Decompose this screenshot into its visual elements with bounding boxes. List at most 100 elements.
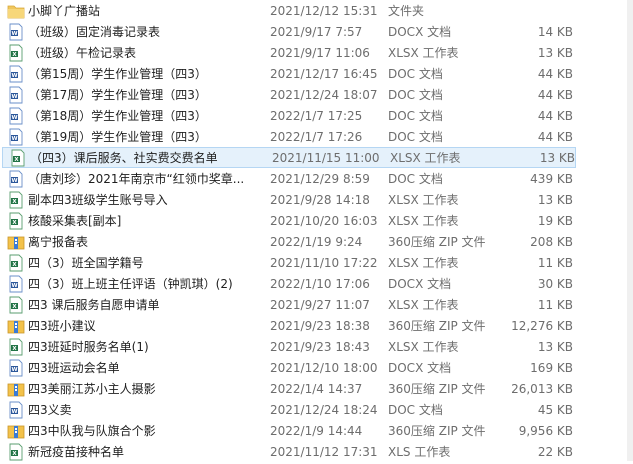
file-row[interactable]: W 四（3）班上班主任评语（钟凯琪）(2) 2022/1/10 17:06 DOCX … [0, 273, 633, 294]
file-type: XLSX 工作表 [388, 298, 459, 312]
file-name: （班级）午检记录表 [28, 46, 137, 60]
file-date-modified: 2021/9/28 14:18 [270, 192, 370, 207]
excel-sheet-icon: X [7, 212, 25, 230]
word-doc-icon: W [7, 65, 25, 83]
file-row[interactable]: W 四3义卖 2021/12/24 18:24 DOC 文档 45 KB [0, 399, 633, 420]
file-row[interactable]: X 新冠疫苗接种名单 2021/11/12 17:31 XLS 工作表 22 KB [0, 441, 633, 462]
file-size: 208 KB [530, 234, 573, 249]
excel-sheet-icon: X [7, 254, 25, 272]
file-row[interactable]: X 四3班延时服务名单(1) 2021/9/23 18:43 XLSX 工作表 13 K… [0, 336, 633, 357]
file-date-modified: 2021/9/17 7:57 [270, 24, 363, 39]
file-row[interactable]: W （唐刘珍）2021年南京市“红领巾奖章... 2021/12/29 8:59 DO… [0, 168, 633, 189]
file-row[interactable]: W （第17周）学生作业管理（四3） 2021/12/24 18:07 DOC 文档 4… [0, 84, 633, 105]
file-date-modified: 2021/9/17 11:06 [270, 45, 370, 60]
file-name: 新冠疫苗接种名单 [28, 445, 125, 459]
file-date-modified: 2021/12/10 18:00 [270, 360, 378, 375]
file-size: 439 KB [530, 171, 573, 186]
file-size: 13 KB [537, 192, 573, 207]
file-size: 22 KB [537, 444, 573, 459]
vertical-scrollbar[interactable] [627, 0, 633, 461]
file-size: 12,276 KB [511, 318, 573, 333]
file-row[interactable]: 小脚丫广播站 2021/12/12 15:31 文件夹 [0, 0, 633, 21]
file-name: （第15周）学生作业管理（四3） [28, 67, 207, 81]
excel-sheet-icon: X [7, 443, 25, 461]
file-name: （班级）固定消毒记录表 [28, 25, 161, 39]
file-size: 11 KB [537, 255, 573, 270]
svg-text:W: W [11, 283, 17, 289]
file-list: 小脚丫广播站 2021/12/12 15:31 文件夹 W （班级）固定消毒记录表 202… [0, 0, 633, 461]
file-name: 四3美丽江苏小主人摄影 [28, 382, 156, 396]
file-date-modified: 2021/12/12 15:31 [270, 3, 378, 18]
file-row[interactable]: X （班级）午检记录表 2021/9/17 11:06 XLSX 工作表 13 KB [0, 42, 633, 63]
file-name: 四（3）班上班主任评语（钟凯琪）(2) [28, 277, 233, 291]
file-row[interactable]: 四3班小建议 2021/9/23 18:38 360压缩 ZIP 文件 12,276 … [0, 315, 633, 336]
file-date-modified: 2022/1/7 17:25 [270, 108, 363, 123]
file-row[interactable]: X 副本四3班级学生账号导入 2021/9/28 14:18 XLSX 工作表 13 K… [0, 189, 633, 210]
file-type: 360压缩 ZIP 文件 [388, 319, 486, 333]
file-name: 副本四3班级学生账号导入 [28, 193, 168, 207]
file-date-modified: 2021/12/24 18:07 [270, 87, 378, 102]
file-row[interactable]: X 核酸采集表[副本] 2021/10/20 16:03 XLSX 工作表 19 KB [0, 210, 633, 231]
file-name: 小脚丫广播站 [28, 4, 101, 18]
file-type: DOCX 文档 [388, 277, 452, 291]
file-size: 44 KB [537, 87, 573, 102]
svg-text:W: W [11, 94, 17, 100]
file-name: （第19周）学生作业管理（四3） [28, 130, 207, 144]
file-row[interactable]: X 四（3）班全国学籍号 2021/11/10 17:22 XLSX 工作表 11 KB [0, 252, 633, 273]
file-date-modified: 2021/11/12 17:31 [270, 444, 378, 459]
file-size: 13 KB [539, 150, 575, 165]
file-date-modified: 2021/11/15 11:00 [272, 150, 380, 165]
word-doc-icon: W [7, 359, 25, 377]
file-size: 169 KB [530, 360, 573, 375]
svg-text:W: W [11, 409, 17, 415]
file-type: 360压缩 ZIP 文件 [388, 382, 486, 396]
folder-icon [7, 2, 25, 20]
file-row[interactable]: X （四3）课后服务、社实费交费名单 2021/11/15 11:00 XLSX 工作… [2, 147, 576, 168]
file-type: XLSX 工作表 [388, 256, 459, 270]
excel-sheet-icon: X [7, 296, 25, 314]
file-name: 四3义卖 [28, 403, 72, 417]
file-size: 44 KB [537, 129, 573, 144]
file-size: 11 KB [537, 297, 573, 312]
file-row[interactable]: W （第15周）学生作业管理（四3） 2021/12/17 16:45 DOC 文档 4… [0, 63, 633, 84]
file-date-modified: 2021/11/10 17:22 [270, 255, 378, 270]
file-row[interactable]: 四3中队我与队旗合个影 2022/1/9 14:44 360压缩 ZIP 文件 9,9… [0, 420, 633, 441]
file-date-modified: 2022/1/7 17:26 [270, 129, 363, 144]
svg-text:W: W [11, 178, 17, 184]
file-name: 四3 课后服务自愿申请单 [28, 298, 160, 312]
file-row[interactable]: 离宁报备表 2022/1/19 9:24 360压缩 ZIP 文件 208 KB [0, 231, 633, 252]
file-type: XLSX 工作表 [390, 151, 461, 165]
file-size: 19 KB [537, 213, 573, 228]
file-type: DOC 文档 [388, 109, 443, 123]
file-name: （唐刘珍）2021年南京市“红领巾奖章... [28, 172, 245, 186]
file-size: 44 KB [537, 108, 573, 123]
word-doc-icon: W [7, 170, 25, 188]
file-name: 离宁报备表 [28, 235, 89, 249]
zip-archive-icon [7, 317, 25, 335]
file-name: 四3中队我与队旗合个影 [28, 424, 156, 438]
file-type: 文件夹 [388, 4, 425, 18]
file-row[interactable]: X 四3 课后服务自愿申请单 2021/9/27 11:07 XLSX 工作表 11 K… [0, 294, 633, 315]
file-type: DOC 文档 [388, 172, 443, 186]
file-date-modified: 2022/1/19 9:24 [270, 234, 363, 249]
svg-text:W: W [11, 115, 17, 121]
file-name: 四（3）班全国学籍号 [28, 256, 144, 270]
file-name: 四3班小建议 [28, 319, 96, 333]
file-row[interactable]: W （第19周）学生作业管理（四3） 2022/1/7 17:26 DOC 文档 44 … [0, 126, 633, 147]
file-type: XLSX 工作表 [388, 340, 459, 354]
file-row[interactable]: 四3美丽江苏小主人摄影 2022/1/4 14:37 360压缩 ZIP 文件 26,… [0, 378, 633, 399]
file-date-modified: 2021/10/20 16:03 [270, 213, 378, 228]
file-date-modified: 2022/1/9 14:44 [270, 423, 363, 438]
file-name: （第18周）学生作业管理（四3） [28, 109, 207, 123]
file-type: XLSX 工作表 [388, 46, 459, 60]
excel-sheet-icon: X [7, 338, 25, 356]
file-name: （四3）课后服务、社实费交费名单 [30, 151, 218, 165]
file-row[interactable]: W （第18周）学生作业管理（四3） 2022/1/7 17:25 DOC 文档 44 … [0, 105, 633, 126]
file-type: DOC 文档 [388, 88, 443, 102]
file-type: DOC 文档 [388, 403, 443, 417]
file-row[interactable]: W 四3班运动会名单 2021/12/10 18:00 DOCX 文档 169 KB [0, 357, 633, 378]
svg-text:W: W [11, 136, 17, 142]
file-size: 30 KB [537, 276, 573, 291]
file-row[interactable]: W （班级）固定消毒记录表 2021/9/17 7:57 DOCX 文档 14 KB [0, 21, 633, 42]
svg-text:W: W [11, 73, 17, 79]
